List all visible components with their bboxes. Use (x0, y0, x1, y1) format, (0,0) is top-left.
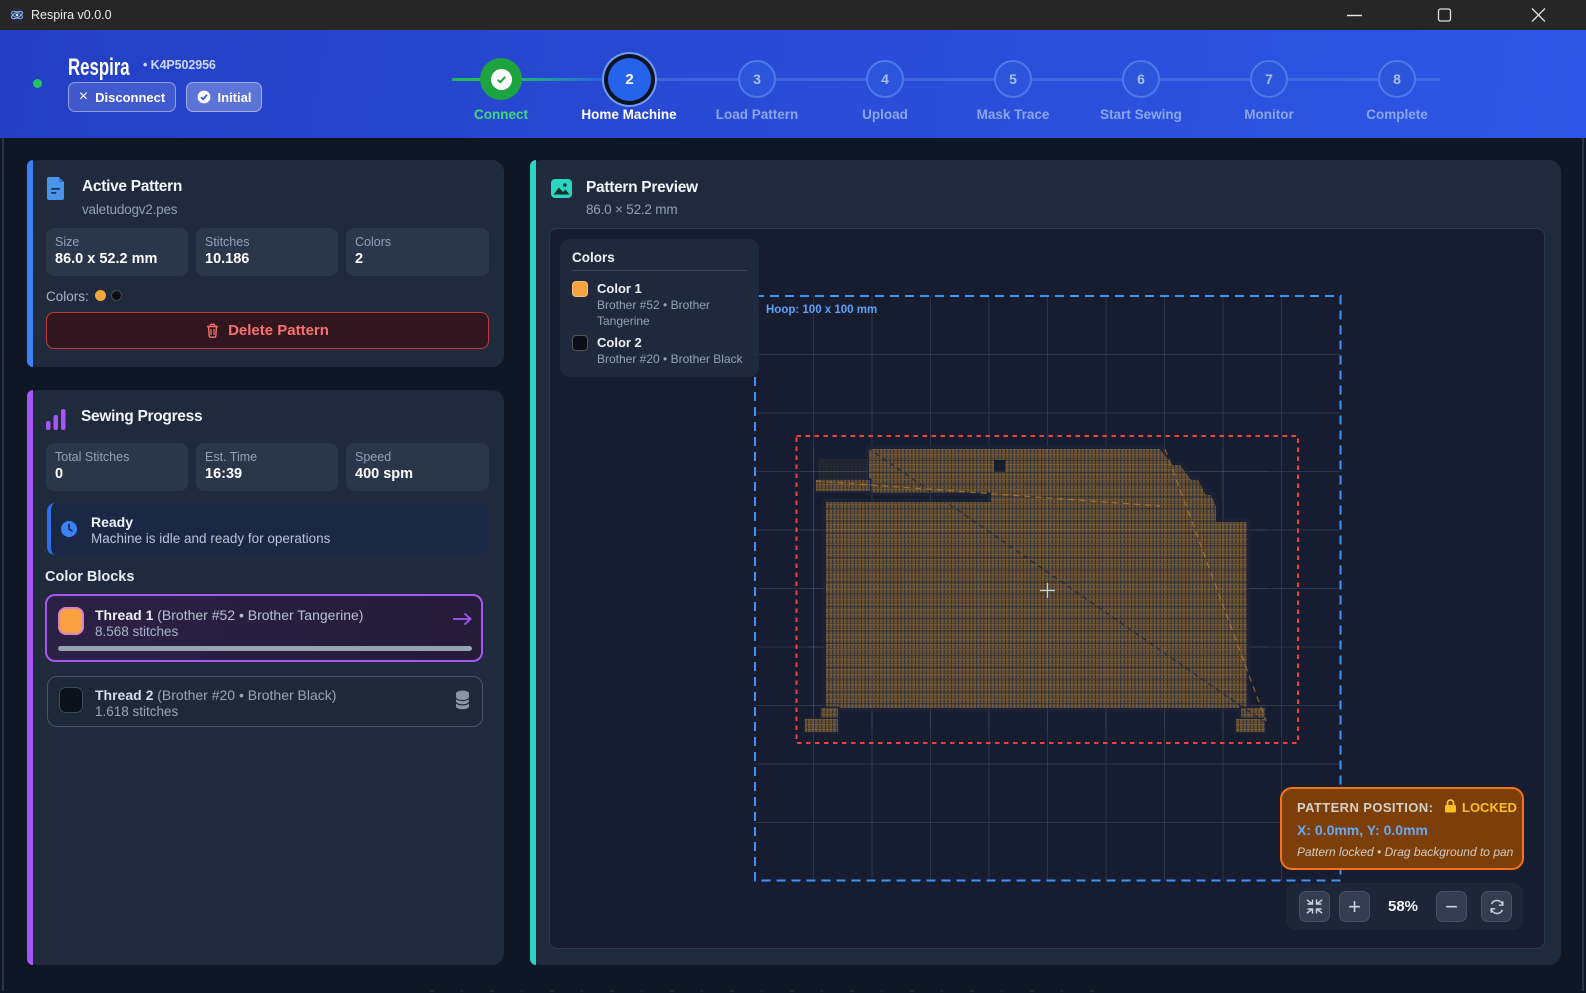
svg-text:Hoop: 100 x 100 mm: Hoop: 100 x 100 mm (766, 304, 877, 316)
